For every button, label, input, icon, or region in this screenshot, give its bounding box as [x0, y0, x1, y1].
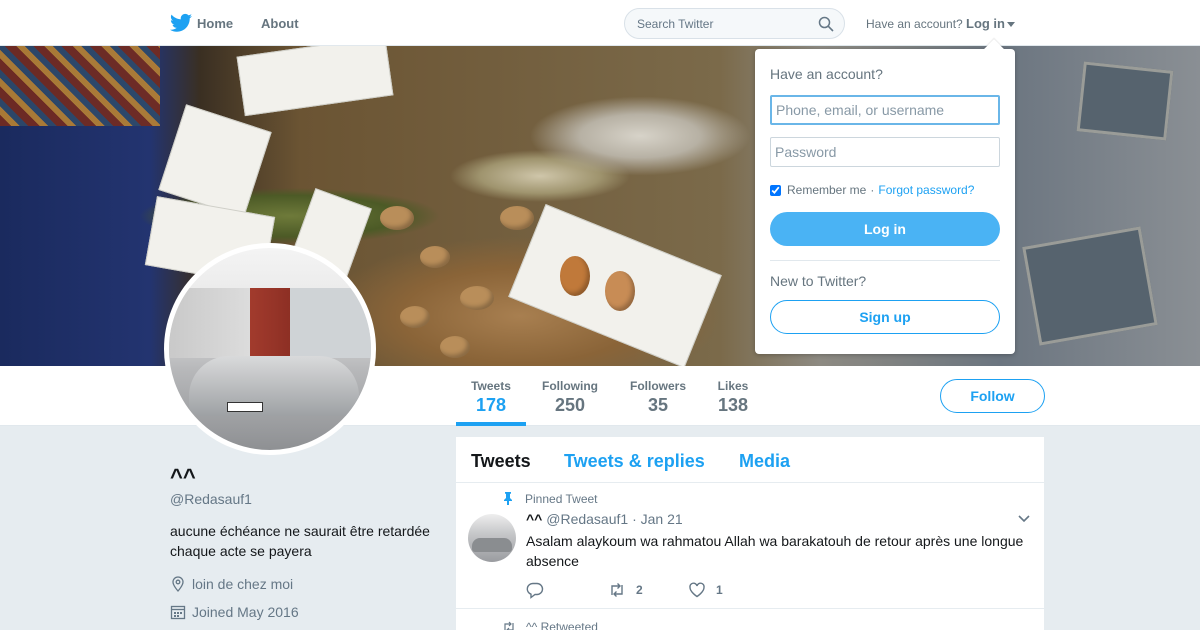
remember-row: Remember me · Forgot password?: [770, 183, 974, 197]
stat-tweets[interactable]: Tweets 178: [456, 366, 526, 426]
tab-tweets-and-replies[interactable]: Tweets & replies: [564, 451, 705, 472]
forgot-password-link[interactable]: Forgot password?: [878, 183, 974, 197]
banner-tile: [1076, 61, 1174, 141]
banner-nut: [560, 256, 590, 296]
bio-line: aucune échéance ne saurait être retardée: [170, 523, 430, 539]
profile-avatar[interactable]: [164, 243, 376, 455]
profile-name[interactable]: ^^: [170, 464, 196, 490]
dropdown-divider: [770, 260, 1000, 261]
remember-separator: ·: [870, 183, 875, 197]
retweet-icon: [611, 583, 623, 597]
login-dropdown: Have an account? Remember me · Forgot pa…: [755, 39, 1015, 354]
avatar-car: [189, 356, 359, 416]
retweeted-context: ^^ Retweeted: [502, 620, 598, 630]
banner-nut: [500, 206, 534, 230]
bio-line: chaque acte se payera: [170, 543, 312, 559]
tweet-text: Asalam alaykoum wa rahmatou Allah wa bar…: [526, 533, 1024, 569]
stat-value: 250: [554, 395, 586, 415]
remember-me-checkbox[interactable]: [770, 184, 781, 196]
tweet-header: ^^ @Redasauf1 · Jan 21: [526, 511, 683, 527]
nav-about-link[interactable]: About: [261, 16, 299, 31]
avatar-plate: [227, 402, 263, 412]
profile-bio: aucune échéance ne saurait être retardée…: [170, 521, 440, 561]
profile-location: loin de chez moi: [170, 576, 293, 592]
timeline-tabs: Tweets Tweets & replies Media: [456, 437, 1044, 483]
location-icon: [172, 576, 184, 592]
banner-nut: [400, 306, 430, 328]
stat-following[interactable]: Following 250: [536, 366, 604, 426]
retweet-count: 2: [636, 583, 643, 597]
stat-label: Followers: [629, 379, 686, 393]
retweet-icon: [504, 621, 514, 630]
tweet-author-handle[interactable]: @Redasauf1: [546, 511, 628, 527]
avatar-background: [169, 288, 371, 358]
stat-value: 138: [717, 395, 749, 415]
banner-rug-pattern: [0, 46, 160, 126]
calendar-icon: [170, 605, 186, 620]
chevron-down-icon[interactable]: [1018, 515, 1030, 523]
timeline: Tweets Tweets & replies Media Pinned Twe…: [456, 437, 1044, 630]
stat-label: Tweets: [471, 379, 511, 393]
nav-home-link[interactable]: Home: [197, 16, 233, 31]
like-action[interactable]: 1: [688, 581, 723, 599]
password-field[interactable]: [770, 137, 1000, 167]
search-icon[interactable]: [818, 16, 834, 32]
search-box: [624, 8, 845, 39]
retweet-action[interactable]: 2: [608, 581, 643, 599]
dropdown-title: Have an account?: [770, 66, 883, 82]
tab-media[interactable]: Media: [739, 451, 790, 472]
stat-label: Following: [542, 379, 598, 393]
reply-action[interactable]: [526, 581, 554, 599]
banner-tile: [1022, 226, 1158, 346]
profile-handle[interactable]: @Redasauf1: [170, 491, 252, 507]
tweet-date[interactable]: Jan 21: [641, 511, 683, 527]
pin-icon: [504, 492, 512, 505]
stat-label: Likes: [717, 379, 749, 393]
reply-icon: [526, 582, 544, 599]
tweet-separator: ·: [632, 511, 637, 527]
stat-value: 178: [475, 395, 507, 415]
retweeted-label: ^^ Retweeted: [526, 620, 598, 630]
stat-likes[interactable]: Likes 138: [710, 366, 756, 426]
like-count: 1: [716, 583, 723, 597]
remember-me-label[interactable]: Remember me: [787, 183, 866, 197]
heart-icon: [689, 582, 705, 598]
banner-nut: [380, 206, 414, 230]
top-navigation: Home About Have an account? Log in: [0, 0, 1200, 46]
have-account-text: Have an account?: [866, 17, 963, 31]
stat-value: 35: [647, 395, 669, 415]
twitter-bird-icon[interactable]: [170, 13, 192, 33]
tweet-avatar[interactable]: [468, 514, 516, 562]
login-toggle-label: Log in: [966, 16, 1005, 31]
tweet-author-name[interactable]: ^^: [526, 511, 542, 527]
banner-nut: [460, 286, 494, 310]
signup-button[interactable]: Sign up: [770, 300, 1000, 334]
profile-joined: Joined May 2016: [170, 604, 299, 620]
login-button[interactable]: Log in: [770, 212, 1000, 246]
follow-button[interactable]: Follow: [940, 379, 1045, 413]
search-input[interactable]: [637, 9, 807, 38]
pinned-label: Pinned Tweet: [525, 492, 598, 506]
banner-paper: [236, 46, 394, 117]
banner-nut: [420, 246, 450, 268]
tab-tweets[interactable]: Tweets: [471, 451, 531, 472]
stat-followers[interactable]: Followers 35: [624, 366, 692, 426]
location-text: loin de chez moi: [192, 576, 294, 592]
login-dropdown-toggle[interactable]: Log in: [966, 16, 1015, 31]
banner-nut: [440, 336, 470, 358]
caret-down-icon: [1007, 22, 1015, 28]
pinned-tweet[interactable]: Pinned Tweet ^^ @Redasauf1 · Jan 21 Asal…: [456, 483, 1044, 609]
username-field[interactable]: [770, 95, 1000, 125]
banner-nut: [605, 271, 635, 311]
joined-text: Joined May 2016: [192, 604, 299, 620]
avatar-car: [472, 538, 512, 552]
new-to-twitter-text: New to Twitter?: [770, 273, 867, 289]
